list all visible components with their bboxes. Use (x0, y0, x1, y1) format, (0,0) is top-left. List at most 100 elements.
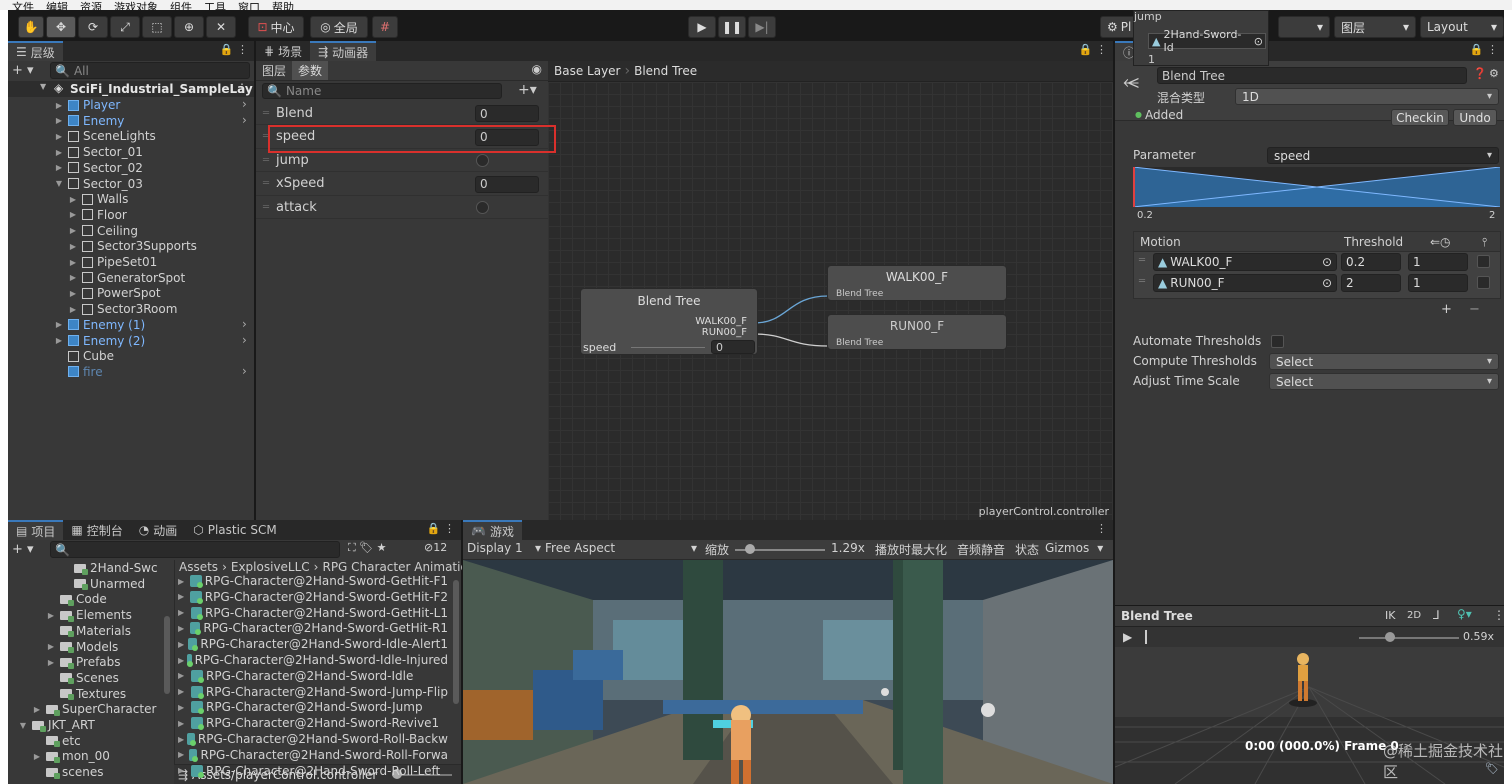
preview-menu-icon[interactable]: ⋮ (1493, 608, 1505, 622)
expand-arrow-icon[interactable]: ▶ (54, 116, 64, 125)
tab-hierarchy[interactable]: ☰ 层级 (8, 41, 63, 61)
hierarchy-item[interactable]: ▶ Floor (68, 207, 127, 223)
preview-speed-slider[interactable] (1359, 637, 1459, 639)
preview-play-button[interactable]: ▶ (1123, 630, 1132, 644)
hierarchy-item[interactable]: ▶ Sector_02 (54, 160, 143, 176)
folder-item[interactable]: scenes (32, 764, 103, 780)
pivot-toggle[interactable]: ⊡ 中心 (248, 16, 304, 38)
hierarchy-item[interactable]: ▶ PipeSet01 (68, 254, 157, 270)
hierarchy-item[interactable]: ▼ Sector_03 (54, 176, 143, 192)
expand-arrow-icon[interactable]: ▶ (68, 195, 78, 204)
settings-icon[interactable]: ⚙ (1489, 67, 1499, 80)
drag-handle-icon[interactable]: ═ (1139, 255, 1145, 266)
folder-item[interactable]: Code (46, 591, 107, 607)
expand-arrow-icon[interactable]: ▶ (32, 752, 42, 761)
tab-project[interactable]: ▤ 项目 (8, 520, 64, 540)
motion-field[interactable]: ▲ RUN00_F ⊙ (1153, 274, 1337, 292)
expand-arrow-icon[interactable]: ▶ (68, 242, 78, 251)
folder-item[interactable]: ▶ Models (46, 639, 118, 655)
drag-handle-icon[interactable]: ═ (256, 178, 276, 189)
expand-arrow-icon[interactable]: ▶ (178, 656, 184, 665)
param-search-input[interactable]: 🔍 Name (262, 83, 502, 99)
expand-arrow-icon[interactable]: ▶ (46, 611, 56, 620)
expand-arrow-icon[interactable]: ▶ (178, 735, 184, 744)
threshold-graph[interactable] (1133, 167, 1500, 207)
panel-menu-icon[interactable]: 🔒 ⋮ (427, 522, 455, 535)
folder-item[interactable]: etc (32, 733, 81, 749)
motion-field[interactable]: ▲ WALK00_F ⊙ (1153, 253, 1337, 271)
tab-animation[interactable]: ◔ 动画 (131, 520, 186, 540)
asset-scrollbar[interactable] (453, 580, 459, 704)
hidden-count[interactable]: ⊘12 (424, 541, 447, 554)
asset-item[interactable]: ▶ RPG-Character@2Hand-Sword-Idle-Alert1 (178, 636, 448, 652)
parameter-value-field[interactable]: 0 (475, 105, 539, 122)
open-prefab-icon[interactable]: › (242, 364, 247, 378)
transform-tool-icon[interactable]: ⊕ (174, 16, 204, 38)
asset-item[interactable]: ▶ RPG-Character@2Hand-Sword-Roll-Backw (178, 731, 448, 747)
step-button[interactable]: ▶| (748, 16, 776, 38)
open-prefab-icon[interactable]: › (242, 333, 247, 347)
pause-button[interactable]: ❚❚ (718, 16, 746, 38)
tab-animator[interactable]: ⇶ 动画器 (310, 41, 377, 61)
layers-dropdown[interactable]: 图层 ▾ (1334, 16, 1416, 38)
aspect-dropdown[interactable]: Free Aspect ▾ (545, 541, 697, 555)
object-name-field[interactable]: Blend Tree (1157, 67, 1467, 84)
folder-item[interactable]: Textures (46, 686, 126, 702)
expand-arrow-icon[interactable]: ▶ (178, 592, 187, 601)
folder-item[interactable]: Scenes (46, 670, 119, 686)
blend-type-dropdown[interactable]: 1D (1235, 88, 1499, 105)
run-motion-node[interactable]: RUN00_F Blend Tree (827, 314, 1007, 350)
help-icon[interactable]: ❓ (1473, 67, 1487, 80)
expand-arrow-icon[interactable]: ▶ (54, 320, 64, 329)
parameter-dropdown[interactable]: speed (1267, 147, 1499, 164)
eye-icon[interactable]: ◉ (532, 62, 542, 76)
gizmos-dropdown[interactable]: Gizmos ▾ (1045, 541, 1103, 555)
folder-item[interactable]: ▶ mon_00 (32, 748, 110, 764)
folder-item[interactable]: ▶ SuperCharacter (32, 701, 156, 717)
hierarchy-item[interactable]: Cube (54, 348, 114, 364)
hierarchy-item[interactable]: ▶ Enemy (1) (54, 317, 145, 333)
expand-arrow-icon[interactable]: ▶ (178, 719, 188, 728)
tab-parameters[interactable]: 参数 (292, 61, 329, 80)
adjust-time-scale-dropdown[interactable]: Select (1269, 373, 1499, 390)
timeline-cursor[interactable] (1145, 630, 1147, 644)
folder-scrollbar[interactable] (164, 616, 170, 694)
folder-item[interactable]: ▼ JKT_ART (18, 717, 95, 733)
mirror-checkbox[interactable] (1477, 255, 1490, 268)
time-scale-field[interactable]: 1 (1408, 274, 1468, 292)
expand-arrow-icon[interactable]: ▶ (68, 305, 78, 314)
tab-game[interactable]: 🎮 游戏 (463, 520, 522, 540)
expand-arrow-icon[interactable]: ▼ (54, 179, 64, 188)
game-viewport[interactable] (463, 560, 1113, 784)
rotate-tool-icon[interactable]: ⟳ (78, 16, 108, 38)
expand-arrow-icon[interactable]: ▼ (18, 721, 28, 730)
panel-menu-icon[interactable]: 🔒 ⋮ (1079, 43, 1107, 56)
hierarchy-item[interactable]: ▶ PowerSpot (68, 285, 161, 301)
rect-tool-icon[interactable]: ⬚ (142, 16, 172, 38)
expand-arrow-icon[interactable]: ▶ (68, 210, 78, 219)
expand-arrow-icon[interactable]: ▶ (54, 101, 64, 110)
open-prefab-icon[interactable]: › (242, 97, 247, 111)
preview-speed-handle[interactable] (1385, 632, 1395, 642)
asset-item[interactable]: ▶ RPG-Character@2Hand-Sword-GetHit-F1 (178, 573, 448, 589)
layout-dropdown[interactable]: Layout ▾ (1420, 16, 1504, 38)
hierarchy-item[interactable]: ▶ Walls (68, 191, 128, 207)
panel-menu-icon[interactable]: 🔒 ⋮ (220, 43, 248, 56)
hierarchy-item[interactable]: ▶ Sector3Room (68, 301, 177, 317)
open-prefab-icon[interactable]: › (242, 113, 247, 127)
threshold-field[interactable]: 0.2 (1341, 253, 1401, 271)
threshold-field[interactable]: 2 (1341, 274, 1401, 292)
tab-plastic[interactable]: ⬡ Plastic SCM (185, 520, 284, 540)
expand-arrow-icon[interactable]: ▶ (178, 766, 188, 775)
asset-item[interactable]: ▶ RPG-Character@2Hand-Sword-Roll-Forwa (178, 747, 448, 763)
folder-item[interactable]: Materials (46, 623, 131, 639)
popup-item-jump[interactable]: jump (1134, 11, 1162, 23)
expand-arrow-icon[interactable]: ▶ (54, 336, 64, 345)
expand-arrow-icon[interactable]: ▶ (178, 750, 186, 759)
filter-icons[interactable]: ⛶ 🏷 ★ (348, 541, 387, 555)
tab-console[interactable]: ▦ 控制台 (63, 520, 130, 540)
breadcrumb-base-layer[interactable]: Base Layer (554, 64, 621, 78)
folder-item[interactable]: 2Hand-Swc (60, 560, 158, 576)
expand-arrow-icon[interactable]: ▶ (178, 687, 188, 696)
drag-handle-icon[interactable]: ═ (256, 108, 276, 119)
